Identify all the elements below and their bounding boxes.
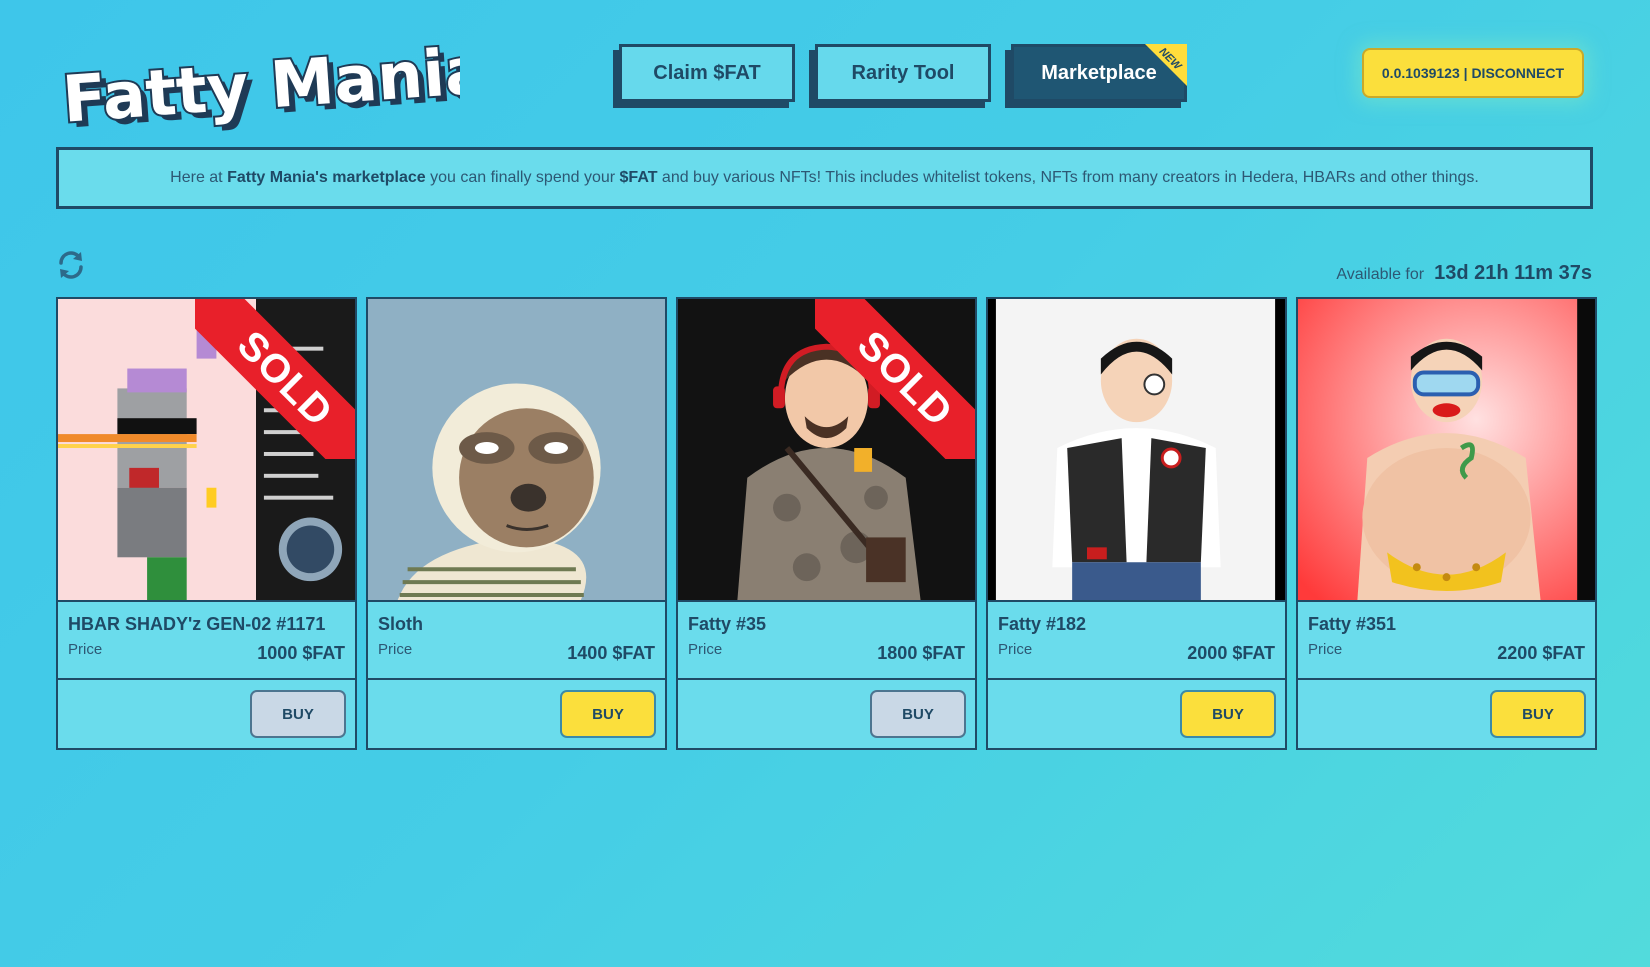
nft-name: Fatty #351 <box>1308 614 1397 634</box>
card-footer: BUY <box>368 680 665 748</box>
nft-name: HBAR SHADY'z GEN-02 #1171 <box>68 614 326 634</box>
tab-claim-fat[interactable]: Claim $FAT <box>619 44 795 102</box>
nft-image-pixel-character[interactable]: SOLD <box>58 299 355 602</box>
price-label: Price <box>68 641 103 658</box>
nft-card: Fatty #351 Price 2200 $FAT BUY <box>1296 297 1597 750</box>
price-row: Price 1000 $FAT <box>68 641 345 664</box>
nft-image-fatty-hoodie[interactable]: SOLD <box>678 299 975 602</box>
buy-button[interactable]: BUY <box>560 690 656 738</box>
nft-image-fatty-vest[interactable] <box>988 299 1285 602</box>
availability-timer: Available for 13d 21h 11m 37s <box>1336 262 1592 285</box>
buy-button[interactable]: BUY <box>1180 690 1276 738</box>
banner-text-part: Here at <box>170 169 228 186</box>
banner-text-part: you can finally spend your <box>425 169 620 186</box>
price-value: 1400 $FAT <box>567 643 655 663</box>
price-row: Price 1400 $FAT <box>378 641 655 664</box>
info-banner: Here at Fatty Mania's marketplace you ca… <box>56 147 1593 209</box>
card-footer: BUY <box>1298 680 1595 748</box>
nft-card: Fatty #182 Price 2000 $FAT BUY <box>986 297 1287 750</box>
price-label: Price <box>688 641 723 658</box>
tab-label: Claim $FAT <box>653 61 761 84</box>
card-footer: BUY <box>58 680 355 748</box>
fatty-mania-logo[interactable]: Fatty Mania Fatty Mania <box>58 22 496 143</box>
sold-label: SOLD <box>195 299 355 459</box>
nft-name: Fatty #182 <box>998 614 1087 634</box>
nft-card: SOLD HBAR SHADY'z GEN-02 #1171 Price 100… <box>56 297 357 750</box>
banner-text-part: and buy various NFTs! This includes whit… <box>657 169 1479 186</box>
buy-button[interactable]: BUY <box>870 690 966 738</box>
nft-name: Sloth <box>378 614 423 634</box>
price-value: 2000 $FAT <box>1187 643 1275 663</box>
banner-bold-text: Fatty Mania's marketplace <box>227 169 426 186</box>
price-row: Price 2000 $FAT <box>998 641 1275 664</box>
nft-card: SOLD Fatty #35 Price 1800 $FAT BUY <box>676 297 977 750</box>
nft-info: Sloth Price 1400 $FAT <box>368 602 665 680</box>
price-label: Price <box>1308 641 1343 658</box>
sold-ribbon: SOLD <box>815 299 975 459</box>
main-nav: Claim $FAT Rarity Tool Marketplace NEW <box>619 44 1187 102</box>
nft-info: Fatty #182 Price 2000 $FAT <box>988 602 1285 680</box>
nft-image-fatty-swim[interactable] <box>1298 299 1595 602</box>
refresh-icon[interactable] <box>55 249 87 281</box>
nft-info: Fatty #351 Price 2200 $FAT <box>1298 602 1595 680</box>
tab-label: Marketplace <box>1041 61 1157 84</box>
card-footer: BUY <box>988 680 1285 748</box>
sold-ribbon: SOLD <box>195 299 355 459</box>
buy-button[interactable]: BUY <box>250 690 346 738</box>
price-label: Price <box>998 641 1033 658</box>
price-row: Price 2200 $FAT <box>1308 641 1585 664</box>
tab-rarity-tool[interactable]: Rarity Tool <box>815 44 991 102</box>
nft-image-sloth[interactable] <box>368 299 665 602</box>
tab-marketplace[interactable]: Marketplace NEW <box>1011 44 1187 102</box>
price-label: Price <box>378 641 413 658</box>
countdown-value: 13d 21h 11m 37s <box>1434 262 1592 284</box>
wallet-disconnect-button[interactable]: 0.0.1039123 | DISCONNECT <box>1361 48 1584 98</box>
nft-info: Fatty #35 Price 1800 $FAT <box>678 602 975 680</box>
new-badge: NEW <box>1145 44 1187 86</box>
nft-grid: SOLD HBAR SHADY'z GEN-02 #1171 Price 100… <box>56 297 1597 750</box>
banner-text: Here at Fatty Mania's marketplace you ca… <box>170 169 1479 187</box>
tab-label: Rarity Tool <box>851 61 955 84</box>
banner-bold-text: $FAT <box>619 169 658 186</box>
available-label: Available for <box>1336 266 1425 283</box>
nft-name: Fatty #35 <box>688 614 767 634</box>
buy-button[interactable]: BUY <box>1490 690 1586 738</box>
nft-card: Sloth Price 1400 $FAT BUY <box>366 297 667 750</box>
price-value: 1800 $FAT <box>877 643 965 663</box>
price-row: Price 1800 $FAT <box>688 641 965 664</box>
sold-label: SOLD <box>815 299 975 459</box>
new-badge-label: NEW <box>1156 45 1184 73</box>
card-footer: BUY <box>678 680 975 748</box>
price-value: 2200 $FAT <box>1497 643 1585 663</box>
price-value: 1000 $FAT <box>257 643 345 663</box>
nft-info: HBAR SHADY'z GEN-02 #1171 Price 1000 $FA… <box>58 602 355 680</box>
